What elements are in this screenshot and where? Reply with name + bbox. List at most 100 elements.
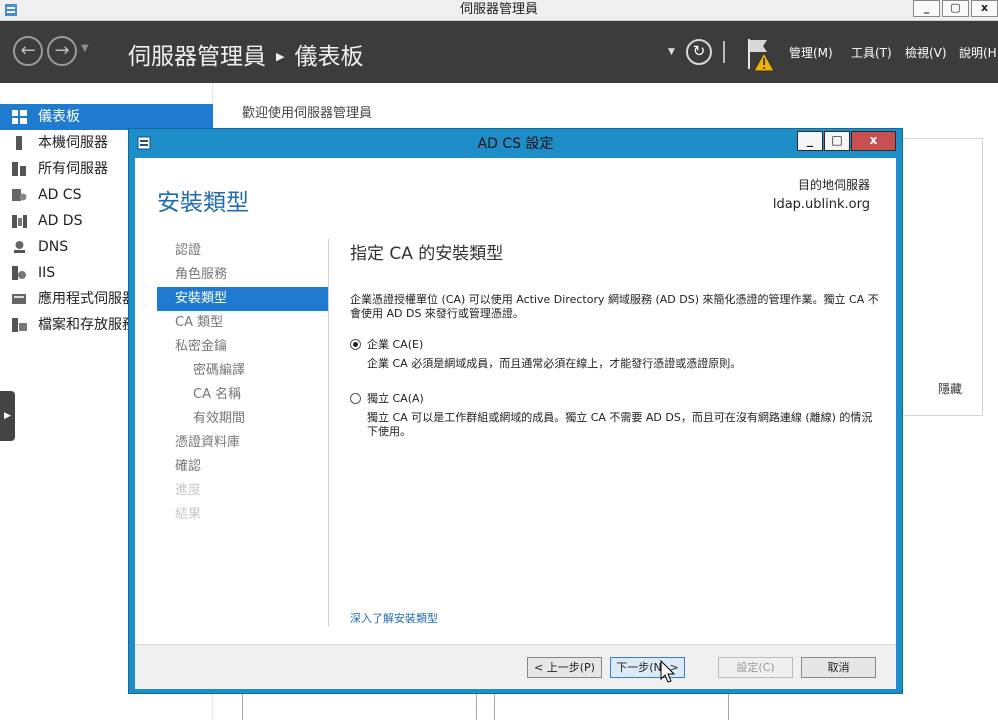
enterprise-ca-option[interactable]: 企業 CA(E) 企業 CA 必須是網域成員，而且通常必須在線上，才能發行憑證或…	[350, 336, 880, 371]
breadcrumb-current: 儀表板	[294, 44, 364, 70]
dialog-maximize-button[interactable]: □	[824, 131, 850, 151]
breadcrumb-root[interactable]: 伺服器管理員	[128, 44, 266, 70]
step-credentials[interactable]: 認證	[157, 239, 328, 263]
sidebar-item-label: 檔案和存放服務	[38, 317, 136, 333]
welcome-heading: 歡迎使用伺服器管理員	[242, 106, 373, 121]
dialog-title-bar: AD CS 設定 _ □ x	[129, 129, 902, 157]
sidebar-item-label: IIS	[38, 265, 56, 281]
maximize-icon: □	[831, 133, 843, 147]
step-results: 結果	[175, 507, 202, 522]
sidebar-item-label: 本機伺服器	[38, 135, 108, 151]
step-private-key[interactable]: 私密金鑰	[157, 335, 328, 359]
arrow-left-icon: ←	[20, 40, 36, 61]
sidebar-item-label: AD CS	[38, 187, 82, 203]
close-icon: x	[869, 133, 878, 147]
step-certificate-database[interactable]: 憑證資料庫	[157, 431, 328, 455]
content-title: 指定 CA 的安裝類型	[350, 244, 504, 264]
enterprise-ca-description: 企業 CA 必須是網域成員，而且通常必須在線上，才能發行憑證或憑證原則。	[367, 357, 742, 370]
sidebar-item-dashboard[interactable]: 儀表板	[0, 104, 213, 130]
standalone-ca-option[interactable]: 獨立 CA(A) 獨立 CA 可以是工作群組或網域的成員。獨立 CA 不需要 A…	[350, 390, 880, 439]
server-icon	[16, 136, 22, 150]
welcome-tile-panel	[898, 138, 983, 416]
dialog-minimize-button[interactable]: _	[797, 131, 823, 151]
refresh-icon: ↻	[692, 42, 706, 60]
hide-link[interactable]: 隱藏	[938, 380, 962, 397]
sidebar-item-label: 儀表板	[38, 109, 80, 125]
destination-label: 目的地伺服器	[797, 178, 870, 192]
step-role-services[interactable]: 角色服務	[157, 263, 328, 287]
file-storage-icon	[12, 318, 27, 332]
cancel-button[interactable]: 取消	[801, 657, 876, 678]
dialog-title: AD CS 設定	[477, 136, 554, 152]
step-setup-type[interactable]: 安裝類型	[157, 287, 328, 311]
configure-button: 設定(C)	[718, 657, 793, 678]
history-dropdown-icon[interactable]: ▼	[81, 43, 89, 54]
standalone-ca-radio[interactable]	[350, 392, 361, 404]
content-description: 企業憑證授權單位 (CA) 可以使用 Active Directory 網域服務…	[350, 293, 879, 320]
step-validity-period[interactable]: 有效期間	[157, 407, 328, 431]
breadcrumb: 伺服器管理員 ▶ 儀表板	[128, 37, 363, 71]
dialog-close-button[interactable]: x	[851, 131, 896, 151]
sidebar-item-label: AD DS	[38, 213, 83, 229]
sidebar-item-label: DNS	[38, 239, 69, 255]
iis-icon	[12, 266, 26, 280]
step-confirmation[interactable]: 確認	[157, 455, 328, 479]
adcs-config-dialog: AD CS 設定 _ □ x 安裝類型 目的地伺服器 ldap.ublink.o…	[128, 128, 903, 694]
steps-divider	[328, 239, 329, 627]
refresh-dropdown-icon[interactable]: ▼	[668, 47, 675, 57]
sidebar-collapse-button[interactable]: ▶	[0, 391, 15, 441]
standalone-ca-description: 獨立 CA 可以是工作群組或網域的成員。獨立 CA 不需要 AD DS，而且可在…	[367, 411, 873, 438]
arrow-right-icon: →	[54, 40, 70, 61]
destination-server: 目的地伺服器 ldap.ublink.org	[773, 176, 870, 214]
step-cryptography[interactable]: 密碼編譯	[157, 359, 328, 383]
learn-more-link[interactable]: 深入了解安裝類型	[350, 610, 438, 626]
minimize-icon: _	[807, 133, 813, 147]
adds-icon	[12, 215, 27, 228]
back-button[interactable]: ←	[13, 36, 43, 66]
sidebar-item-label: 所有伺服器	[38, 161, 108, 177]
servers-icon	[12, 162, 26, 176]
menu-manage[interactable]: 管理(M)	[789, 44, 833, 61]
dashboard-icon	[12, 110, 27, 124]
adcs-icon	[12, 189, 27, 201]
destination-host: ldap.ublink.org	[772, 197, 870, 212]
header-divider	[723, 41, 725, 63]
window-title: 伺服器管理員	[459, 2, 538, 17]
dialog-app-icon	[137, 136, 151, 150]
notifications-flag-icon[interactable]	[745, 37, 775, 73]
close-button[interactable]: x	[971, 0, 998, 17]
step-progress: 進度	[175, 483, 202, 498]
tile-divider	[494, 692, 495, 720]
forward-button[interactable]: →	[47, 36, 77, 66]
wizard-steps: 認證 角色服務 安裝類型 CA 類型 私密金鑰 密碼編譯 CA 名稱 有效期間 …	[157, 239, 328, 527]
enterprise-ca-label[interactable]: 企業 CA(E)	[367, 336, 423, 352]
menu-tools[interactable]: 工具(T)	[851, 44, 892, 61]
window-controls: _ ▢ x	[911, 0, 998, 18]
step-ca-name[interactable]: CA 名稱	[157, 383, 328, 407]
step-ca-type[interactable]: CA 類型	[157, 311, 328, 335]
dialog-heading: 安裝類型	[157, 190, 249, 216]
refresh-button[interactable]: ↻	[686, 39, 712, 65]
server-manager-app-icon	[5, 4, 17, 16]
sidebar-item-label: 應用程式伺服器	[38, 291, 136, 307]
window-title-bar: 伺服器管理員 _ ▢ x	[0, 0, 998, 21]
app-server-icon	[12, 294, 26, 304]
wizard-content: 指定 CA 的安裝類型 企業憑證授權單位 (CA) 可以使用 Active Di…	[350, 239, 880, 439]
chevron-right-icon: ▶	[4, 411, 11, 421]
menu-help[interactable]: 說明(H)	[959, 44, 998, 61]
restore-button[interactable]: ▢	[942, 0, 969, 17]
previous-button[interactable]: < 上一步(P)	[527, 657, 602, 678]
tile-divider	[728, 692, 729, 720]
minimize-button[interactable]: _	[913, 0, 940, 17]
tile-divider	[242, 692, 243, 720]
dns-icon	[14, 241, 25, 253]
mouse-pointer-icon	[660, 660, 676, 683]
enterprise-ca-radio[interactable]	[350, 338, 361, 350]
tile-divider	[476, 692, 477, 720]
app-header: ← → ▼ 伺服器管理員 ▶ 儀表板 ▼ ↻ 管理(M) 工具(T) 檢視(V) 說…	[0, 21, 998, 83]
menu-view[interactable]: 檢視(V)	[905, 44, 947, 61]
breadcrumb-separator-icon: ▶	[276, 50, 285, 63]
dialog-body: 安裝類型 目的地伺服器 ldap.ublink.org 認證 角色服務 安裝類型…	[135, 158, 896, 689]
dialog-footer: < 上一步(P) 下一步(N) > 設定(C) 取消	[135, 644, 896, 689]
standalone-ca-label[interactable]: 獨立 CA(A)	[367, 390, 424, 406]
